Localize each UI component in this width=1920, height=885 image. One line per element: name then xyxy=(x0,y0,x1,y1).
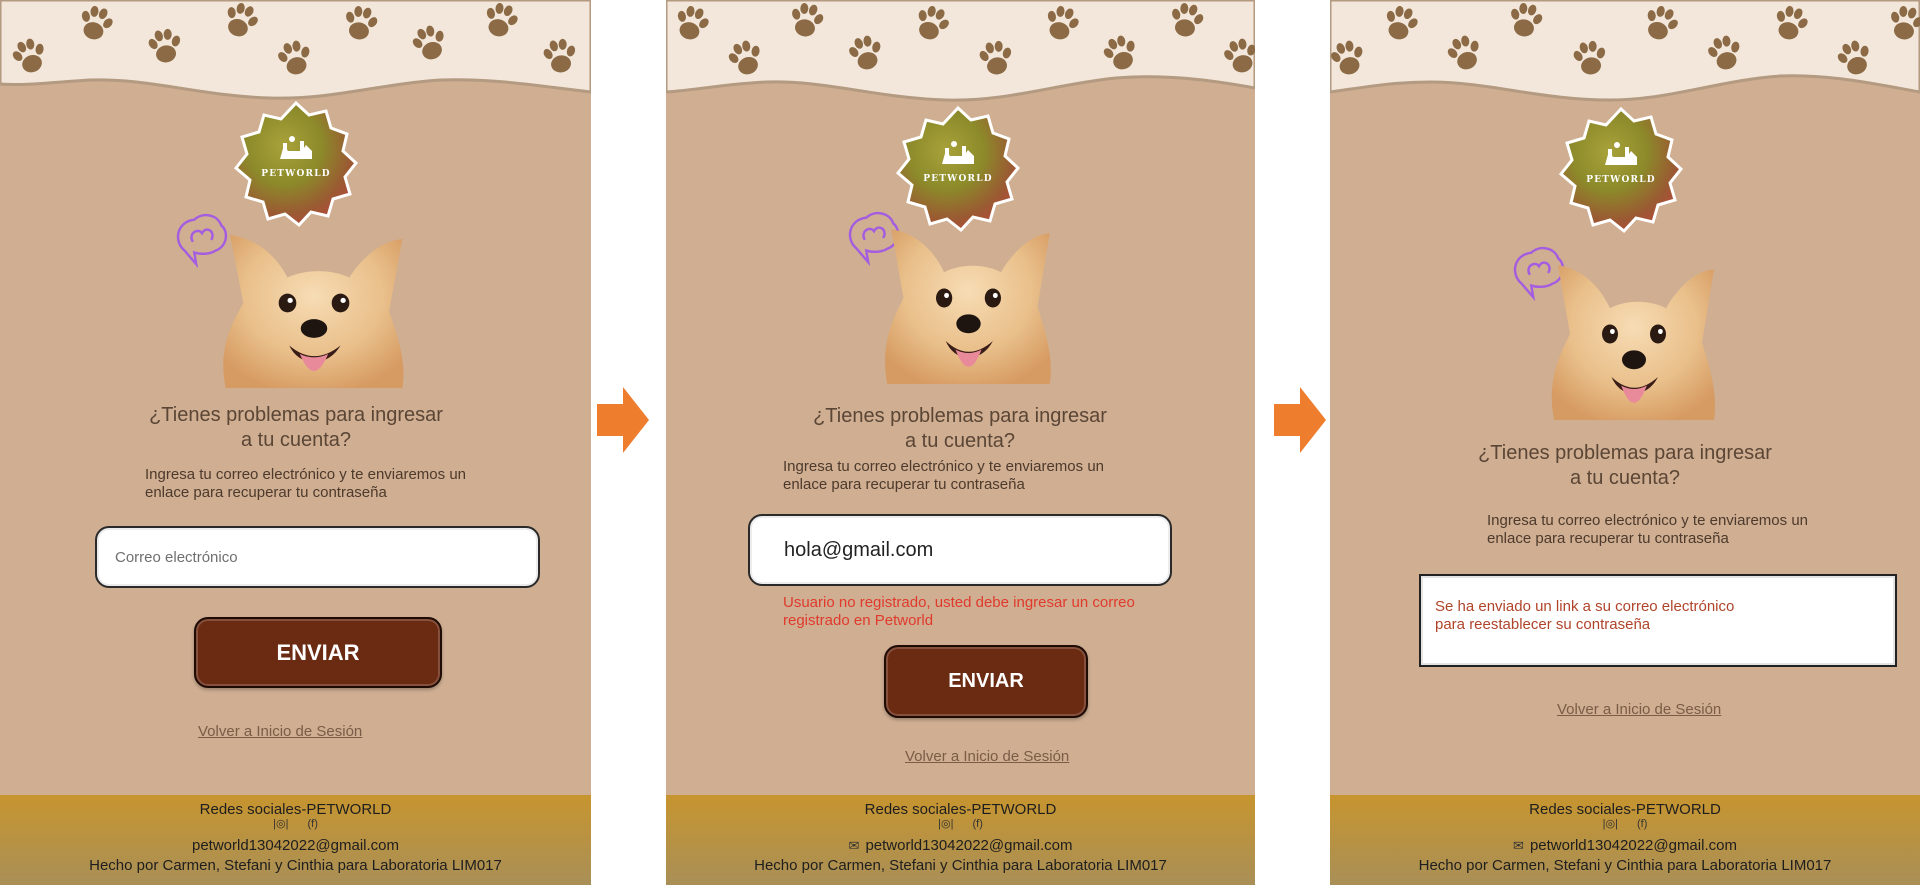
page-title: ¿Tienes problemas para ingresar a tu cue… xyxy=(149,404,443,451)
page-title: ¿Tienes problemas para ingresar a tu cue… xyxy=(1478,442,1772,489)
footer-email: petworld13042022@gmail.com xyxy=(191,837,399,854)
instructions-text: Ingresa tu correo electrónico y te envia… xyxy=(1487,512,1808,547)
email-input[interactable] xyxy=(97,528,538,586)
back-to-login-link[interactable]: Volver a Inicio de Sesión xyxy=(198,723,362,740)
page-title: ¿Tienes problemas para ingresar a tu cue… xyxy=(813,405,1107,452)
footer-credit: Hecho por Carmen, Stefani y Cinthia para… xyxy=(754,857,1167,874)
petworld-logo: PETWORLD xyxy=(1555,105,1687,237)
instructions-text: Ingresa tu correo electrónico y te envia… xyxy=(145,466,466,501)
footer-title: Redes sociales-PETWORLD xyxy=(1529,801,1721,818)
social-icons: |◎| (f) xyxy=(666,817,1255,830)
social-icons: |◎| (f) xyxy=(0,817,591,830)
arrow-right-icon xyxy=(1274,387,1326,453)
screen-forgot-password-error: PETWORLD ¿Tienes problemas para ingresar… xyxy=(666,0,1255,885)
email-field[interactable] xyxy=(95,526,540,588)
screen-forgot-password-empty: PETWORLD ¿Tienes problemas para ingresar… xyxy=(0,0,591,885)
error-message: Usuario no registrado, usted debe ingres… xyxy=(783,594,1135,629)
confirmation-message: Se ha enviado un link a su correo electr… xyxy=(1419,574,1897,667)
footer-title: Redes sociales-PETWORLD xyxy=(199,801,392,818)
instagram-icon[interactable]: |◎| xyxy=(938,817,953,830)
footer-title: Redes sociales-PETWORLD xyxy=(864,801,1057,818)
paw-print-header xyxy=(0,0,591,110)
screen-forgot-password-success: PETWORLD ¿Tienes problemas para ingresar… xyxy=(1330,0,1920,885)
facebook-icon[interactable]: (f) xyxy=(973,818,983,830)
mail-icon: ✉ xyxy=(848,838,860,853)
dog-photo xyxy=(871,212,1066,384)
send-button[interactable]: ENVIAR xyxy=(884,645,1088,718)
footer-credit: Hecho por Carmen, Stefani y Cinthia para… xyxy=(89,857,502,874)
back-to-login-link[interactable]: Volver a Inicio de Sesión xyxy=(1557,701,1721,718)
facebook-icon[interactable]: (f) xyxy=(1637,818,1647,830)
dog-photo xyxy=(208,218,420,388)
paw-print-header xyxy=(1330,0,1920,110)
petworld-logo: PETWORLD xyxy=(230,99,362,231)
facebook-icon[interactable]: (f) xyxy=(308,818,318,830)
logo-text: PETWORLD xyxy=(923,174,993,184)
arrow-right-icon xyxy=(597,387,649,453)
instructions-text: Ingresa tu correo electrónico y te envia… xyxy=(783,458,1104,493)
footer-email: ✉ petworld13042022@gmail.com xyxy=(1513,837,1737,854)
paw-print-header xyxy=(666,0,1255,110)
logo-text: PETWORLD xyxy=(1586,175,1656,185)
footer-email: ✉ petworld13042022@gmail.com xyxy=(848,837,1073,854)
logo-text: PETWORLD xyxy=(261,169,331,179)
instagram-icon[interactable]: |◎| xyxy=(273,817,288,830)
footer: Redes sociales-PETWORLD |◎| (f) ✉ petworl… xyxy=(666,795,1255,885)
mail-icon: ✉ xyxy=(1513,838,1524,853)
footer: Redes sociales-PETWORLD |◎| (f) ✉ petworl… xyxy=(1330,795,1920,885)
footer: Redes sociales-PETWORLD |◎| (f) petworld… xyxy=(0,795,591,885)
instagram-icon[interactable]: |◎| xyxy=(1603,817,1618,830)
send-button[interactable]: ENVIAR xyxy=(194,617,442,688)
social-icons: |◎| (f) xyxy=(1330,817,1920,830)
dog-photo xyxy=(1538,248,1730,420)
email-input[interactable] xyxy=(750,516,1170,584)
email-field[interactable] xyxy=(748,514,1172,586)
back-to-login-link[interactable]: Volver a Inicio de Sesión xyxy=(905,748,1069,765)
footer-credit: Hecho por Carmen, Stefani y Cinthia para… xyxy=(1418,857,1832,874)
